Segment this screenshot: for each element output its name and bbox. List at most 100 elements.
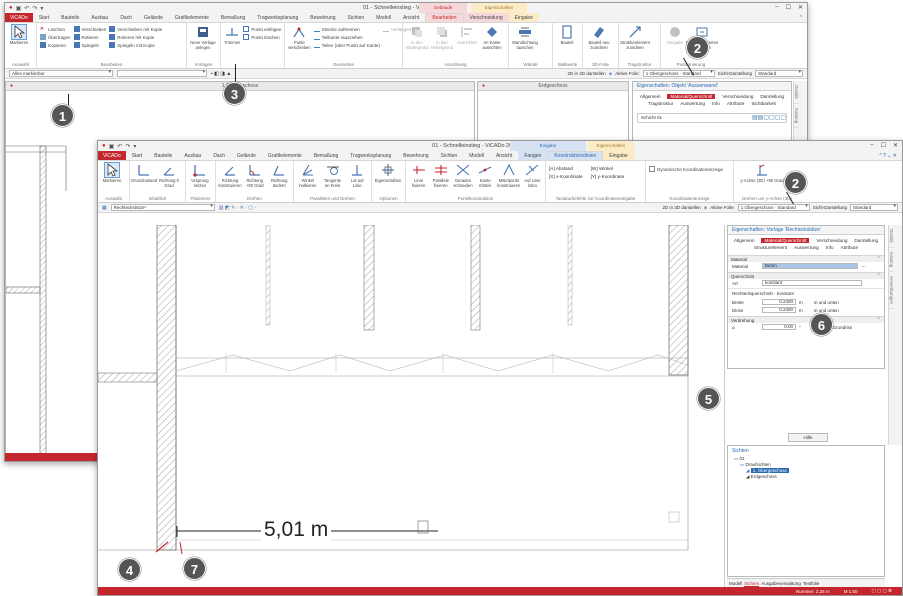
save-icon[interactable]: ▣ <box>16 5 22 12</box>
grundzustand-button[interactable]: Grundzustand <box>131 163 157 183</box>
minimize-icon[interactable]: – <box>775 4 778 11</box>
wandrichtung-tauschen-button[interactable]: Wandrichtung tauschen <box>512 25 538 50</box>
back-folie-dropdown[interactable]: 1 Obergeschoss · Standard <box>642 70 715 77</box>
spiegeln-mit-kopie-button[interactable]: Spiegeln mit Kopie <box>109 42 162 48</box>
uebertragen-button[interactable]: Übertragen <box>40 34 71 40</box>
material-field[interactable]: Beton <box>762 263 858 269</box>
rotieren-button[interactable]: Rotieren <box>73 34 107 40</box>
prop-tab-material[interactable]: Material/Querschnitt <box>761 238 810 243</box>
tab-start[interactable]: Start <box>33 13 56 22</box>
strecke-auftrennen-button[interactable]: Strecke auftrennen <box>313 26 380 32</box>
teilen-button[interactable]: Teilen (über Punkt auf Kante) <box>313 42 380 48</box>
dicke-field[interactable]: 0.2400 <box>762 307 796 313</box>
ribbon-collapse-icon[interactable]: ^ <box>800 15 802 21</box>
eingabe-button[interactable]: Eingabe <box>664 25 686 45</box>
back-prop-tab-verschneidung[interactable]: Verschneidung <box>722 94 753 99</box>
front-tab-gelaende[interactable]: Gelände <box>231 151 262 160</box>
spiegeln-button[interactable]: Spiegeln <box>73 42 107 48</box>
lot-auf-linie-button[interactable]: Lot auf Linie <box>346 163 368 188</box>
front-minimize-icon[interactable]: – <box>870 142 873 149</box>
tangente-an-kreis-button[interactable]: Tangente an Kreis <box>322 163 344 188</box>
back-prop-tab-allgemein[interactable]: Allgemein <box>640 94 661 99</box>
status-settings-icons[interactable]: ▢ ▢ ▢ ⚙ <box>871 588 892 594</box>
front-draw-tools-icons[interactable]: ▥ ◩ ✎ · ✕ · ▢ · <box>219 205 256 211</box>
tab-verschneidung[interactable]: Verschneidung <box>463 13 509 22</box>
tab-gelaende[interactable]: Gelände <box>138 13 169 22</box>
tab-tragwerksplanung[interactable]: Tragwerksplanung <box>251 13 304 22</box>
bauteil-button[interactable]: Bauteil <box>556 25 578 45</box>
geraden-schneiden-button[interactable]: Geraden schneiden <box>453 163 473 188</box>
tab-eingabe[interactable]: Eingabe <box>508 13 539 22</box>
prop-tab-verschneidung[interactable]: Verschneidung <box>816 238 847 243</box>
teilkante-rausziehen-button[interactable]: Teilkante rausziehen <box>313 34 380 40</box>
selection-filter-dropdown[interactable]: Alles markierbar <box>9 70 113 77</box>
back-prop-tab-info[interactable]: Info <box>712 101 720 106</box>
hilfe-button[interactable]: Hilfe <box>788 433 828 442</box>
tab-bearbeiten[interactable]: Bearbeiten <box>425 13 464 22</box>
front-help-icon[interactable]: ^ ? ⌄ ✕ <box>879 153 897 159</box>
section-material[interactable]: Material <box>728 255 884 263</box>
prop-tab-attribute[interactable]: Attribute <box>841 245 858 250</box>
front-maximize-icon[interactable]: ☐ <box>881 142 886 149</box>
front-tab-start[interactable]: Start <box>126 151 149 160</box>
tab-bauteile[interactable]: Bauteile <box>55 13 85 22</box>
back-side-tab-katalog[interactable]: Katalog <box>794 104 799 129</box>
ausrichten-button[interactable]: Ausrichten <box>456 25 478 45</box>
template-dropdown[interactable]: Rechteckstütze* <box>110 204 215 211</box>
prop-tab-allgemein[interactable]: Allgemein <box>734 238 755 243</box>
dynamic-coords-checkbox[interactable]: Dynamische Koordinatenanzeige <box>649 163 723 172</box>
richtung-konstruieren-button[interactable]: Richtung konstruieren <box>218 163 242 188</box>
front-save-icon[interactable]: ▣ <box>109 143 115 150</box>
bottom-tab-sichten[interactable]: Sichten <box>744 581 760 587</box>
side-tab-katalog[interactable]: Katalog <box>889 248 894 273</box>
section-querschnitt[interactable]: Querschnitt <box>728 272 884 280</box>
front-tab-eingabe[interactable]: Eingabe <box>603 151 634 160</box>
eigenschaften-button[interactable]: Eigenschaften <box>375 163 401 183</box>
front-tab-dach[interactable]: Dach <box>207 151 231 160</box>
bottom-tab-modell[interactable]: Modell <box>729 581 742 586</box>
vordergrund-button[interactable]: in den Vordergrund <box>405 25 429 50</box>
prop-tab-info[interactable]: Info <box>826 245 834 250</box>
an-kante-ausrichten-button[interactable]: An Kante ausrichten <box>481 25 503 50</box>
front-customize-icon[interactable]: ▾ <box>133 143 136 150</box>
front-tab-modell[interactable]: Modell <box>463 151 490 160</box>
tab-ansicht[interactable]: Ansicht <box>397 13 425 22</box>
tab-dach[interactable]: Dach <box>114 13 138 22</box>
bauteil-neu-zuordnen-button[interactable]: Bauteil neu zuordnen <box>586 25 612 50</box>
front-tab-bauteile[interactable]: Bauteile <box>148 151 178 160</box>
redo-icon[interactable]: ↷ <box>32 5 37 12</box>
kante-mitteln-button[interactable]: Kante mittein <box>476 163 495 188</box>
front-tab-bewehrung[interactable]: Bewehrung <box>397 151 434 160</box>
tab-modell[interactable]: Modell <box>370 13 397 22</box>
tab-sichten[interactable]: Sichten <box>342 13 371 22</box>
alpha-field[interactable]: 0.00 <box>762 324 796 330</box>
layer-tools-icons[interactable]: ▤▤▢▢▢▢ <box>752 114 786 122</box>
close-icon[interactable]: ✕ <box>798 4 803 11</box>
material-more-icon[interactable]: … <box>861 263 866 269</box>
richtung-plus-90-button[interactable]: Richtung +90 Grad <box>244 163 266 188</box>
back-prop-tab-attribute[interactable]: Attribute <box>727 101 744 106</box>
front-tab-konstruktionslinien[interactable]: Konstruktionslinien <box>547 151 604 160</box>
markieren-button[interactable]: Markieren <box>8 24 30 45</box>
front-app-menu-tab[interactable]: ViCADo <box>98 151 126 160</box>
auf-linie-loten-button[interactable]: Auf Linie loten <box>523 163 542 188</box>
front-tab-tragwerksplanung[interactable]: Tragwerksplanung <box>344 151 397 160</box>
back-second-dropdown[interactable] <box>117 70 207 77</box>
punkt-verschieben-button[interactable]: Punkt verschieben <box>288 25 311 50</box>
front-tab-ausbau[interactable]: Ausbau <box>178 151 207 160</box>
tree-node-erdgeschoss[interactable]: ◢ Erdgeschoss <box>734 474 884 480</box>
back-prop-tab-darstellung[interactable]: Darstellung <box>760 94 784 99</box>
side-tab-anmerkungen[interactable]: Anmerkungen <box>889 272 894 310</box>
front-tab-grafikelemente[interactable]: Grafikelemente <box>262 151 308 160</box>
tab-ausbau[interactable]: Ausbau <box>85 13 114 22</box>
winkel-halbieren-button[interactable]: Winkel halbieren <box>297 163 319 188</box>
art-dropdown[interactable]: konstant <box>762 280 862 286</box>
section-verdrehung[interactable]: Verdrehung <box>728 316 884 324</box>
strukturelement-zuordnen-button[interactable]: Strukturelement zuordnen <box>620 25 650 50</box>
breite-field[interactable]: 0.2400 <box>762 299 796 305</box>
customize-icon[interactable]: ▾ <box>40 5 43 12</box>
prop-tab-darstellung[interactable]: Darstellung <box>854 238 878 243</box>
loeschen-button[interactable]: ✕ Löschen <box>40 26 71 32</box>
front-tab-fangen[interactable]: Fangen <box>518 151 548 160</box>
back-prop-tab-sichtbarkeit[interactable]: Sichtbarkeit <box>751 101 776 106</box>
